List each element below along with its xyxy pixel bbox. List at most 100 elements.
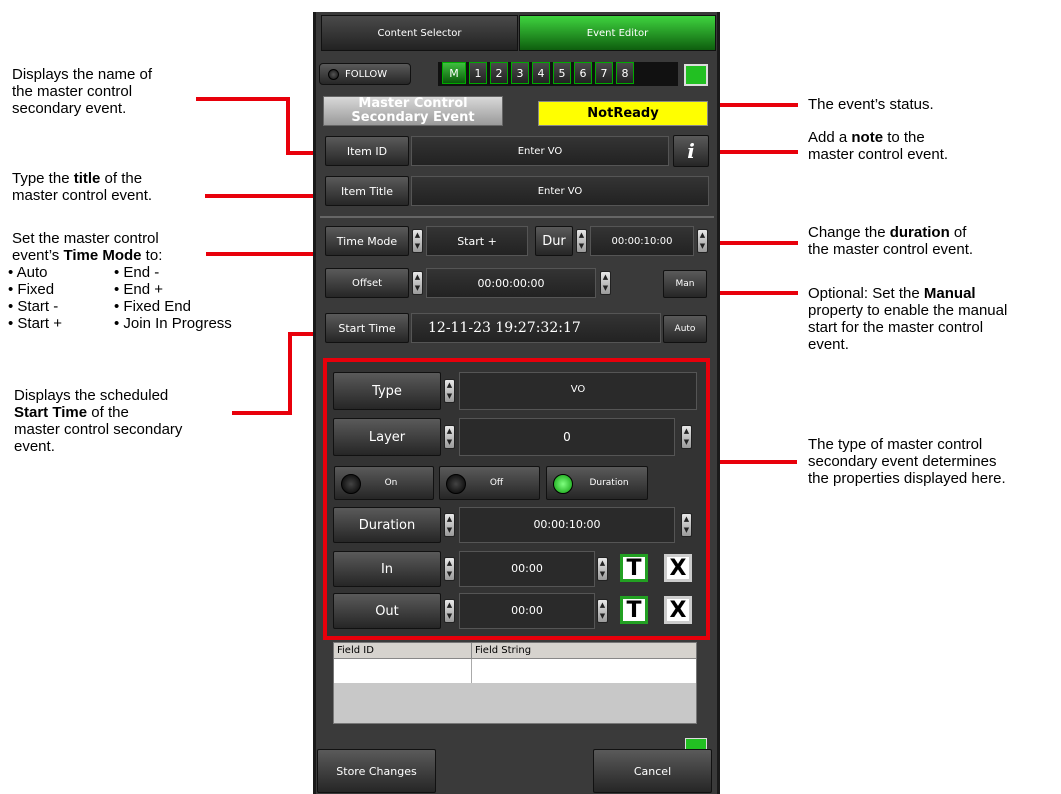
duration-spinner-left-icon[interactable]: ▲ ▼ <box>444 513 455 537</box>
annotation-title-bold: title <box>73 170 101 187</box>
annotation-manual-line2: property to enable the manual <box>808 302 1008 319</box>
info-note-button[interactable]: i <box>673 135 709 167</box>
column-field-id: Field ID <box>337 645 374 656</box>
annotation-duration: Change the duration of the master contro… <box>808 224 973 258</box>
item-id-field[interactable]: Enter VO <box>411 136 669 166</box>
out-spinner-left-icon[interactable]: ▲ ▼ <box>444 599 455 623</box>
channel-6[interactable]: 6 <box>574 62 592 84</box>
annotation-time-mode: Set the master control event’s Time Mode… <box>12 230 162 264</box>
on-label: On <box>384 478 398 488</box>
out-label: Out <box>333 593 441 629</box>
type-spinner-icon[interactable]: ▲ ▼ <box>444 379 455 403</box>
on-toggle[interactable]: On <box>334 466 434 500</box>
mode-item: • End - <box>114 264 160 281</box>
channel-5[interactable]: 5 <box>553 62 571 84</box>
offset-field[interactable]: 00:00:00:00 <box>426 268 596 298</box>
annotation-start-time: Displays the scheduled Start Time of the… <box>14 387 182 455</box>
type-value: VO <box>570 384 586 395</box>
duration-indicator-icon <box>553 474 573 494</box>
channel-7[interactable]: 7 <box>595 62 613 84</box>
channel-3[interactable]: 3 <box>511 62 529 84</box>
channel-status-indicator <box>684 64 708 86</box>
annotation-mode-list-left: • Auto • Fixed • Start - • Start + <box>8 264 62 332</box>
in-x-button[interactable]: X <box>664 554 692 582</box>
column-field-string: Field String <box>475 645 532 656</box>
time-mode-spinner-icon[interactable]: ▲ ▼ <box>412 229 423 253</box>
callout-timemode <box>206 252 326 256</box>
layer-spinner-right-icon[interactable]: ▲ ▼ <box>681 425 692 449</box>
event-name-display: Master Control Secondary Event <box>323 96 503 126</box>
column-divider <box>471 643 472 659</box>
dur-spinner-left-icon[interactable]: ▲ ▼ <box>576 229 587 253</box>
in-spinner-right-icon[interactable]: ▲ ▼ <box>597 557 608 581</box>
in-t-button[interactable]: T <box>620 554 648 582</box>
off-label: Off <box>489 478 504 488</box>
offset-spinner-right-icon[interactable]: ▲ ▼ <box>600 271 611 295</box>
tab-event-editor[interactable]: Event Editor <box>519 15 716 51</box>
auto-button[interactable]: Auto <box>663 315 707 343</box>
offset-spinner-left-icon[interactable]: ▲ ▼ <box>412 271 423 295</box>
channel-8[interactable]: 8 <box>616 62 634 84</box>
dur-label: Dur <box>535 226 573 256</box>
annotation-duration-line1: Change the duration of <box>808 224 973 241</box>
in-label: In <box>333 551 441 587</box>
duration-toggle[interactable]: Duration <box>546 466 648 500</box>
annotation-manual-line4: event. <box>808 336 849 353</box>
channel-1[interactable]: 1 <box>469 62 487 84</box>
manual-button[interactable]: Man <box>663 270 707 298</box>
duration-toggle-label: Duration <box>589 478 629 488</box>
out-t-button[interactable]: T <box>620 596 648 624</box>
out-spinner-right-icon[interactable]: ▲ ▼ <box>597 599 608 623</box>
follow-label: FOLLOW <box>345 68 388 80</box>
out-x-button[interactable]: X <box>664 596 692 624</box>
annotation-start-bold: Start Time <box>14 404 88 421</box>
annotation-title-pre: Type the <box>12 170 74 187</box>
annotation-timemode-post: to: <box>141 247 163 264</box>
dur-field[interactable]: 00:00:10:00 <box>590 226 694 256</box>
duration-spinner-right-icon[interactable]: ▲ ▼ <box>681 513 692 537</box>
x-icon: X <box>669 597 687 623</box>
channel-4[interactable]: 4 <box>532 62 550 84</box>
in-value: 00:00 <box>511 562 543 575</box>
callout-start-h1 <box>232 411 292 415</box>
duration-label: Duration <box>333 507 441 543</box>
offset-label: Offset <box>325 268 409 298</box>
annotation-note-line1: Add a note to the <box>808 129 948 146</box>
callout-type <box>712 460 797 464</box>
cancel-button[interactable]: Cancel <box>593 749 712 793</box>
tab-content-selector[interactable]: Content Selector <box>321 15 518 51</box>
annotation-manual: Optional: Set the Manual property to ena… <box>808 285 1007 353</box>
store-changes-button[interactable]: Store Changes <box>317 749 436 793</box>
time-mode-label: Time Mode <box>325 226 409 256</box>
off-toggle[interactable]: Off <box>439 466 540 500</box>
follow-button[interactable]: FOLLOW <box>319 63 411 85</box>
status-badge: NotReady <box>538 101 708 126</box>
start-time-label: Start Time <box>325 313 409 343</box>
channel-2[interactable]: 2 <box>490 62 508 84</box>
layer-spinner-left-icon[interactable]: ▲ ▼ <box>444 425 455 449</box>
channel-selector: M 1 2 3 4 5 6 7 8 <box>438 62 678 86</box>
time-mode-field[interactable]: Start + <box>426 226 528 256</box>
annotation-status: The event’s status. <box>808 96 934 113</box>
annotation-manual-line3: start for the master control <box>808 319 984 336</box>
layer-value: 0 <box>563 430 571 444</box>
annotation-manual-bold: Manual <box>923 285 976 302</box>
annotation-type: The type of master control secondary eve… <box>808 436 1006 487</box>
annotation-manual-pre: Optional: Set the <box>808 285 924 302</box>
x-icon: X <box>669 555 687 581</box>
annotation-mode-list-right: • End - • End + • Fixed End • Join In Pr… <box>114 264 232 332</box>
mode-item: • Start + <box>8 315 63 332</box>
in-spinner-left-icon[interactable]: ▲ ▼ <box>444 557 455 581</box>
channel-m[interactable]: M <box>442 62 466 84</box>
mode-item: • Join In Progress <box>114 315 232 332</box>
item-title-field[interactable]: Enter VO <box>411 176 709 206</box>
table-row[interactable] <box>334 659 696 683</box>
item-id-label: Item ID <box>325 136 409 166</box>
annotation-start-line1: Displays the scheduled <box>14 387 169 404</box>
dur-spinner-right-icon[interactable]: ▲ ▼ <box>697 229 708 253</box>
annotation-timemode-bold: Time Mode <box>63 247 142 264</box>
callout-name-v <box>286 97 290 154</box>
mode-item: • Fixed End <box>114 298 191 315</box>
info-icon: i <box>687 139 695 163</box>
annotation-note: Add a note to the master control event. <box>808 129 948 163</box>
